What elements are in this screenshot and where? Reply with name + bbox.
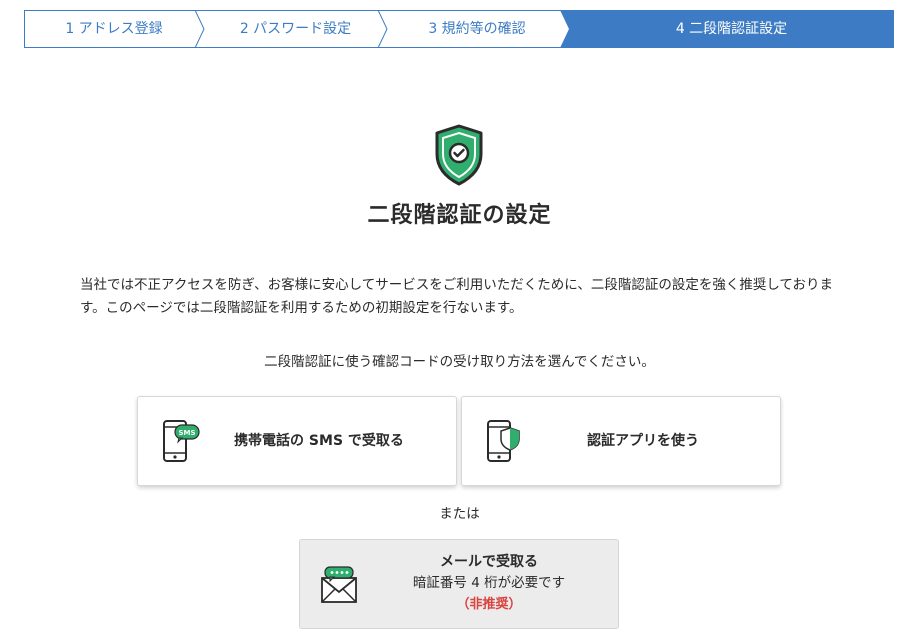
email-option-title: メールで受取る — [440, 554, 538, 570]
envelope-icon — [320, 566, 358, 604]
shield-check-icon — [433, 124, 485, 186]
email-option-subtitle: 暗証番号 4 桁が必要です — [412, 575, 566, 591]
phone-shield-icon — [484, 419, 526, 465]
auth-app-option-button[interactable]: 認証アプリを使う — [461, 396, 781, 486]
email-option-warning: （非推奨） — [456, 597, 522, 612]
email-option-text: メールで受取る 暗証番号 4 桁が必要です （非推奨） — [360, 552, 618, 615]
sms-option-button[interactable]: SMS 携帯電話の SMS で受取る — [137, 396, 457, 486]
step-3-label: 3 規約等の確認 — [428, 21, 526, 37]
email-option-button[interactable]: メールで受取る 暗証番号 4 桁が必要です （非推奨） — [299, 539, 619, 629]
page-title: 二段階認証の設定 — [367, 203, 552, 228]
progress-stepper: 1 アドレス登録 2 パスワード設定 3 規約等の確認 4 二段階認証設定 — [24, 10, 894, 48]
sms-option-label: 携帯電話の SMS で受取る — [234, 433, 404, 449]
instruction-text: 二段階認証に使う確認コードの受け取り方法を選んでください。 — [264, 354, 655, 370]
auth-app-option-label: 認証アプリを使う — [587, 433, 699, 449]
or-separator: または — [439, 506, 480, 522]
intro-text: 当社では不正アクセスを防ぎ、お客様に安心してサービスをご利用いただくために、二段… — [80, 277, 834, 316]
step-2-label: 2 パスワード設定 — [239, 21, 352, 37]
phone-sms-icon: SMS — [160, 419, 202, 465]
step-4-label: 4 二段階認証設定 — [675, 21, 788, 37]
svg-text:SMS: SMS — [178, 429, 195, 437]
step-1-label: 1 アドレス登録 — [65, 21, 163, 37]
